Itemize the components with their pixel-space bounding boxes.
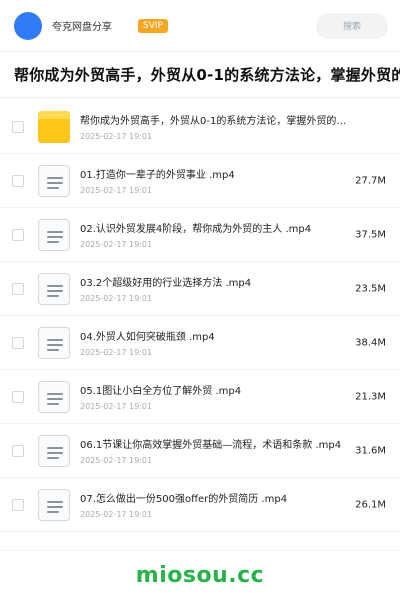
file-list: 帮你成为外贸高手，外贸从0-1的系统方法论，掌握外贸的核心 2025-02-17 … bbox=[0, 100, 400, 532]
file-row[interactable]: 07.怎么做出一份500强offer的外贸简历 .mp4 2025-02-17 1… bbox=[0, 478, 400, 532]
file-info: 03.2个超级好用的行业选择方法 .mp4 2025-02-17 19:01 bbox=[80, 274, 400, 303]
video-file-icon bbox=[38, 164, 70, 197]
svip-badge: SVIP bbox=[138, 18, 168, 33]
file-date: 2025-02-17 19:01 bbox=[80, 510, 153, 519]
search-placeholder: 搜索 bbox=[342, 22, 361, 32]
file-info: 04.外贸人如何突破瓶颈 .mp4 2025-02-17 19:01 bbox=[80, 328, 400, 357]
file-date: 2025-02-17 19:01 bbox=[80, 132, 153, 141]
file-size: 23.5M bbox=[355, 283, 386, 294]
select-checkbox[interactable] bbox=[12, 282, 24, 295]
file-row[interactable]: 01.打造你一辈子的外贸事业 .mp4 2025-02-17 19:01 27.7M bbox=[0, 154, 400, 208]
file-size: 38.4M bbox=[355, 337, 386, 348]
select-checkbox[interactable] bbox=[12, 336, 24, 349]
file-name[interactable]: 02.认识外贸发展4阶段，帮你成为外贸的主人 .mp4 bbox=[80, 220, 352, 235]
file-info: 05.1图让小白全方位了解外贸 .mp4 2025-02-17 19:01 bbox=[80, 382, 400, 411]
sharer-name: 夸克网盘分享 bbox=[52, 22, 112, 33]
file-row[interactable]: 05.1图让小白全方位了解外贸 .mp4 2025-02-17 19:01 21.3… bbox=[0, 370, 400, 424]
footer-watermark: miosou.cc bbox=[0, 550, 400, 600]
file-name[interactable]: 帮你成为外贸高手，外贸从0-1的系统方法论，掌握外贸的核心 bbox=[80, 112, 352, 127]
search-box[interactable]: 搜索 bbox=[316, 12, 388, 39]
file-name[interactable]: 04.外贸人如何突破瓶颈 .mp4 bbox=[80, 328, 352, 343]
file-date: 2025-02-17 19:01 bbox=[80, 348, 153, 357]
file-info: 06.1节课让你高效掌握外贸基础—流程，术语和条款 .mp4 2025-02-17… bbox=[80, 436, 400, 465]
file-name[interactable]: 05.1图让小白全方位了解外贸 .mp4 bbox=[80, 382, 352, 397]
file-row[interactable]: 06.1节课让你高效掌握外贸基础—流程，术语和条款 .mp4 2025-02-17… bbox=[0, 424, 400, 478]
file-info: 02.认识外贸发展4阶段，帮你成为外贸的主人 .mp4 2025-02-17 19… bbox=[80, 220, 400, 249]
file-info: 帮你成为外贸高手，外贸从0-1的系统方法论，掌握外贸的核心 2025-02-17 … bbox=[80, 112, 400, 141]
select-checkbox[interactable] bbox=[12, 390, 24, 403]
file-name[interactable]: 06.1节课让你高效掌握外贸基础—流程，术语和条款 .mp4 bbox=[80, 436, 352, 451]
select-checkbox[interactable] bbox=[12, 498, 24, 511]
file-size: 26.1M bbox=[355, 499, 386, 510]
folder-icon bbox=[38, 110, 70, 143]
share-title: 帮你成为外贸高手，外贸从0-1的系统方法论，掌握外贸的核 bbox=[14, 66, 400, 84]
app-header: 夸克网盘分享 SVIP 搜索 bbox=[0, 0, 400, 52]
select-checkbox[interactable] bbox=[12, 444, 24, 457]
select-checkbox[interactable] bbox=[12, 228, 24, 241]
file-row[interactable]: 04.外贸人如何突破瓶颈 .mp4 2025-02-17 19:01 38.4M bbox=[0, 316, 400, 370]
file-size: 31.6M bbox=[355, 445, 386, 456]
select-checkbox[interactable] bbox=[12, 174, 24, 187]
select-checkbox[interactable] bbox=[12, 120, 24, 133]
file-info: 07.怎么做出一份500强offer的外贸简历 .mp4 2025-02-17 1… bbox=[80, 490, 400, 519]
file-date: 2025-02-17 19:01 bbox=[80, 456, 153, 465]
video-file-icon bbox=[38, 272, 70, 305]
file-name[interactable]: 03.2个超级好用的行业选择方法 .mp4 bbox=[80, 274, 352, 289]
video-file-icon bbox=[38, 434, 70, 467]
file-row[interactable]: 03.2个超级好用的行业选择方法 .mp4 2025-02-17 19:01 23.… bbox=[0, 262, 400, 316]
video-file-icon bbox=[38, 218, 70, 251]
file-date: 2025-02-17 19:01 bbox=[80, 294, 153, 303]
user-avatar[interactable] bbox=[14, 11, 42, 40]
file-row[interactable]: 02.认识外贸发展4阶段，帮你成为外贸的主人 .mp4 2025-02-17 19… bbox=[0, 208, 400, 262]
video-file-icon bbox=[38, 380, 70, 413]
video-file-icon bbox=[38, 326, 70, 359]
file-name[interactable]: 01.打造你一辈子的外贸事业 .mp4 bbox=[80, 166, 352, 181]
share-title-bar: 帮你成为外贸高手，外贸从0-1的系统方法论，掌握外贸的核 bbox=[0, 52, 400, 98]
file-size: 21.3M bbox=[355, 391, 386, 402]
file-size: 37.5M bbox=[355, 229, 386, 240]
file-size: 27.7M bbox=[355, 175, 386, 186]
brand-text: miosou.cc bbox=[135, 563, 265, 588]
file-date: 2025-02-17 19:01 bbox=[80, 186, 153, 195]
file-date: 2025-02-17 19:01 bbox=[80, 240, 153, 249]
file-row[interactable]: 帮你成为外贸高手，外贸从0-1的系统方法论，掌握外贸的核心 2025-02-17 … bbox=[0, 100, 400, 154]
file-name[interactable]: 07.怎么做出一份500强offer的外贸简历 .mp4 bbox=[80, 490, 352, 505]
video-file-icon bbox=[38, 488, 70, 521]
file-date: 2025-02-17 19:01 bbox=[80, 402, 153, 411]
file-info: 01.打造你一辈子的外贸事业 .mp4 2025-02-17 19:01 bbox=[80, 166, 400, 195]
